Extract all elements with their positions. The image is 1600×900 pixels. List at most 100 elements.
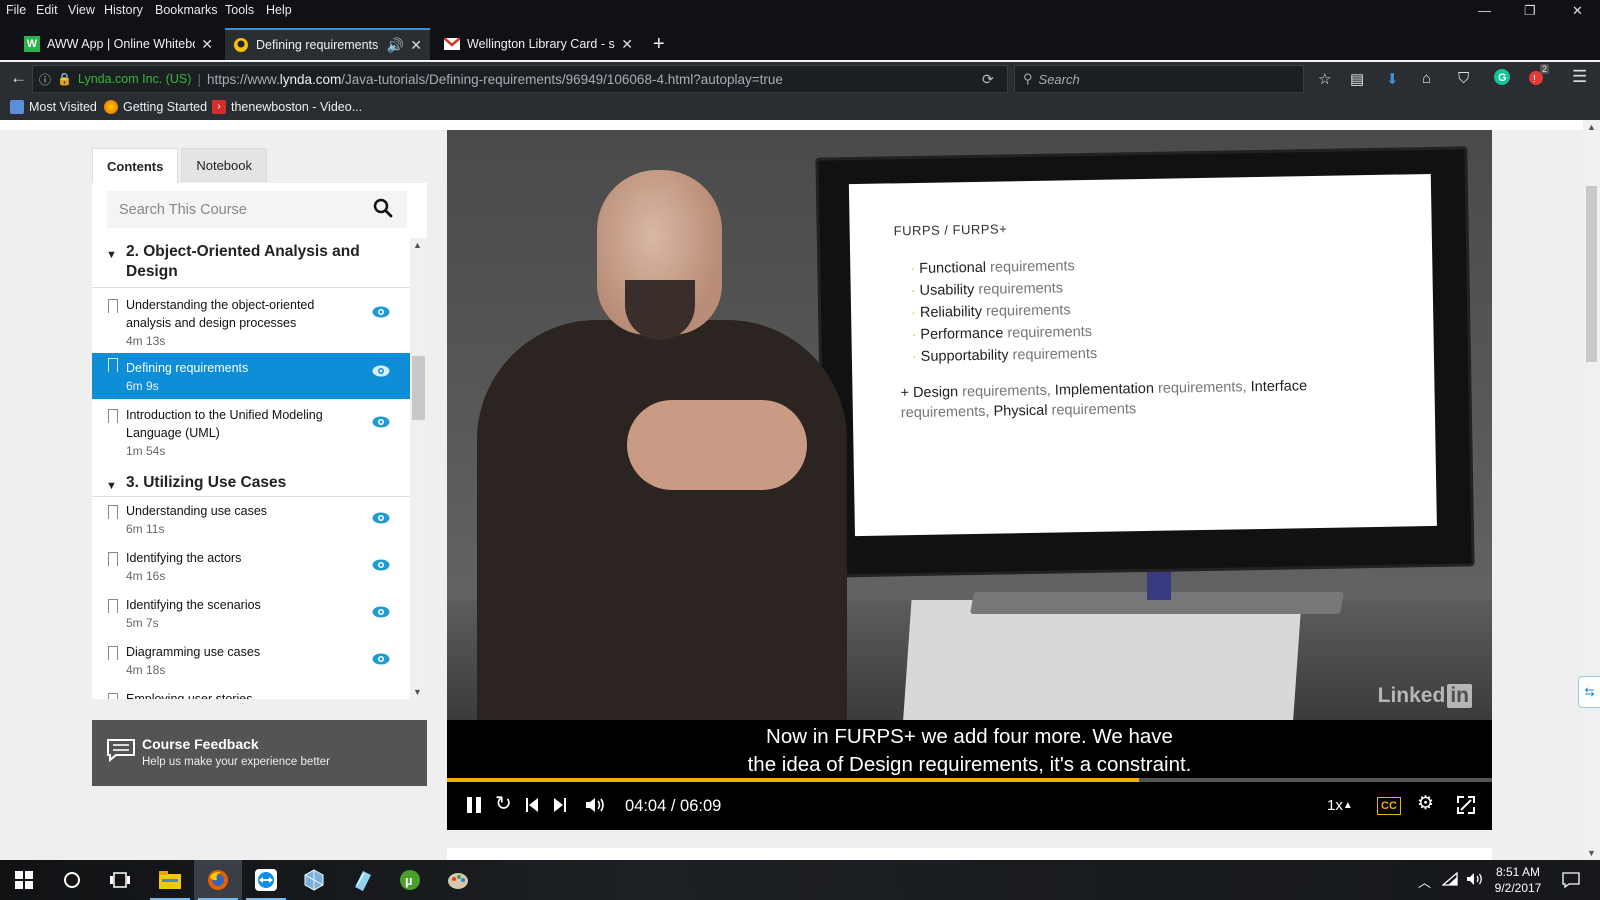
lesson-item-active[interactable]: Defining requirements 6m 9s — [92, 353, 410, 399]
address-bar[interactable]: ⓘ 🔒 Lynda.com Inc. (US) | https://www. ly… — [32, 65, 1008, 93]
tab-defining-requirements[interactable]: Defining requirements 🔊 ✕ — [225, 28, 430, 60]
bookmark-icon[interactable] — [108, 599, 118, 613]
volume-icon[interactable] — [585, 796, 607, 819]
search-icon[interactable] — [373, 198, 393, 218]
minimize-icon[interactable]: — — [1478, 3, 1491, 18]
close-icon[interactable]: ✕ — [621, 36, 633, 53]
page-scrollbar[interactable]: ▲ ▼ — [1583, 120, 1600, 860]
menu-history[interactable]: History — [104, 3, 143, 17]
course-feedback-button[interactable]: Course Feedback Help us make your experi… — [92, 720, 427, 786]
task-view-icon[interactable] — [96, 860, 144, 900]
action-center-icon[interactable] — [1562, 872, 1580, 891]
notes-app-icon[interactable] — [338, 860, 386, 900]
player-controls: ↻ 04:04 / 06:09 1x▲ CC ⚙ — [447, 782, 1492, 830]
scrollbar-thumb[interactable] — [1586, 186, 1597, 362]
video-player[interactable]: FURPS / FURPS+ · Functional requirements … — [447, 130, 1492, 830]
video-frame[interactable]: FURPS / FURPS+ · Functional requirements … — [447, 130, 1492, 720]
bookmark-icon[interactable] — [108, 552, 118, 566]
speaker-icon[interactable]: 🔊 — [387, 37, 404, 54]
back-arrow-icon[interactable]: ← — [10, 68, 27, 88]
contents-panel: Search This Course ▼ 2. Object-Oriented … — [92, 183, 427, 699]
previous-icon[interactable] — [525, 796, 539, 819]
grammarly-icon[interactable]: G — [1494, 69, 1510, 89]
menu-file[interactable]: File — [6, 3, 26, 17]
close-icon[interactable]: ✕ — [201, 36, 213, 53]
lock-icon: 🔒 — [57, 72, 72, 86]
menu-edit[interactable]: Edit — [36, 3, 58, 17]
virtualbox-icon[interactable] — [290, 860, 338, 900]
lesson-item[interactable]: Identifying the scenarios 5m 7s — [92, 594, 410, 638]
wifi-icon[interactable] — [1441, 871, 1458, 889]
bookmark-icon[interactable] — [108, 646, 118, 660]
lesson-item[interactable]: Diagramming use cases 4m 18s — [92, 641, 410, 685]
paint-icon[interactable] — [434, 860, 482, 900]
menu-tools[interactable]: Tools — [225, 3, 254, 17]
bookmark-icon[interactable] — [108, 409, 118, 423]
notification-extension-icon[interactable]: ! 2 — [1528, 64, 1550, 90]
presentation-screen: FURPS / FURPS+ · Functional requirements … — [815, 146, 1475, 578]
reading-list-icon[interactable]: ▤ — [1350, 70, 1364, 88]
tray-overflow-chevron-icon[interactable]: ︿ — [1418, 872, 1431, 891]
close-icon[interactable]: ✕ — [410, 37, 422, 54]
reload-icon[interactable]: ⟳ — [982, 71, 994, 88]
cortana-search-icon[interactable] — [48, 860, 96, 900]
scroll-down-icon[interactable]: ▼ — [413, 687, 422, 697]
lesson-duration: 6m 11s — [126, 522, 165, 536]
chapter-heading[interactable]: ▼ 2. Object-Oriented Analysis and Design — [92, 242, 410, 282]
restore-icon[interactable]: ❐ — [1524, 3, 1536, 19]
scroll-down-icon[interactable]: ▼ — [1587, 848, 1596, 858]
next-icon[interactable] — [553, 796, 567, 819]
browser-search-input[interactable]: ⚲ Search — [1014, 65, 1304, 93]
toc-scrollbar[interactable]: ▲ ▼ — [410, 238, 427, 699]
scrollbar-thumb[interactable] — [412, 356, 425, 420]
firefox-icon[interactable] — [194, 860, 242, 900]
pause-icon[interactable] — [465, 796, 483, 819]
new-tab-button[interactable]: + — [653, 34, 665, 54]
lesson-item[interactable]: Employing user stories — [92, 688, 410, 699]
star-bookmark-icon[interactable]: ☆ — [1318, 70, 1331, 88]
playback-speed-button[interactable]: 1x▲ — [1327, 797, 1353, 814]
bookmark-most-visited[interactable]: Most Visited — [10, 100, 97, 114]
teamviewer-side-tab[interactable]: ⇆ — [1578, 676, 1600, 708]
slide-item: · Supportability requirements — [911, 345, 1098, 366]
file-explorer-icon[interactable] — [146, 860, 194, 900]
scroll-up-icon[interactable]: ▲ — [413, 240, 422, 250]
lesson-item[interactable]: Understanding use cases 6m 11s — [92, 500, 410, 544]
volume-tray-icon[interactable] — [1466, 872, 1484, 889]
teamviewer-icon[interactable] — [242, 860, 290, 900]
menu-view[interactable]: View — [68, 3, 95, 17]
tab-wellington-library[interactable]: Wellington Library Card - sh ✕ — [436, 28, 641, 60]
info-icon[interactable]: ⓘ — [39, 71, 51, 88]
bookmark-icon[interactable] — [108, 505, 118, 519]
utorrent-icon[interactable]: µ — [386, 860, 434, 900]
chapter-heading[interactable]: ▼ 3. Utilizing Use Cases — [92, 473, 410, 493]
bookmark-getting-started[interactable]: Getting Started — [104, 100, 207, 114]
tab-aww-app[interactable]: W AWW App | Online Whiteboa ✕ — [16, 28, 221, 60]
menu-help[interactable]: Help — [266, 3, 292, 17]
menu-bookmarks[interactable]: Bookmarks — [155, 3, 218, 17]
lesson-item[interactable]: Identifying the actors 4m 16s — [92, 547, 410, 591]
windows-start-icon[interactable] — [0, 860, 48, 900]
replay-icon[interactable]: ↻ — [495, 794, 512, 814]
tab-contents[interactable]: Contents — [92, 148, 179, 184]
download-icon[interactable]: ⬇ — [1386, 70, 1399, 88]
system-clock[interactable]: 8:51 AM 9/2/2017 — [1488, 864, 1548, 896]
bookmark-icon[interactable] — [108, 693, 118, 699]
linkedin-watermark: Linked in — [1378, 684, 1472, 708]
closed-captions-button[interactable]: CC — [1377, 797, 1401, 815]
course-search-input[interactable]: Search This Course — [107, 191, 407, 228]
lesson-item[interactable]: Introduction to the Unified Modeling Lan… — [92, 404, 410, 460]
tab-notebook[interactable]: Notebook — [181, 148, 267, 182]
pocket-icon[interactable]: ⛉ — [1458, 70, 1469, 87]
fullscreen-icon[interactable] — [1457, 796, 1475, 819]
bookmark-icon[interactable] — [108, 358, 118, 372]
hamburger-menu-icon[interactable]: ☰ — [1572, 67, 1587, 87]
scroll-up-icon[interactable]: ▲ — [1587, 122, 1596, 132]
lesson-item[interactable]: Understanding the object-oriented analys… — [92, 294, 410, 350]
close-window-icon[interactable]: ✕ — [1572, 3, 1583, 19]
home-icon[interactable]: ⌂ — [1422, 70, 1431, 87]
bookmark-thenewboston[interactable]: › thenewboston - Video... — [212, 100, 362, 114]
course-toc-list: ▼ 2. Object-Oriented Analysis and Design… — [92, 238, 410, 699]
bookmark-icon[interactable] — [108, 299, 118, 313]
settings-gear-icon[interactable]: ⚙ — [1417, 794, 1434, 814]
